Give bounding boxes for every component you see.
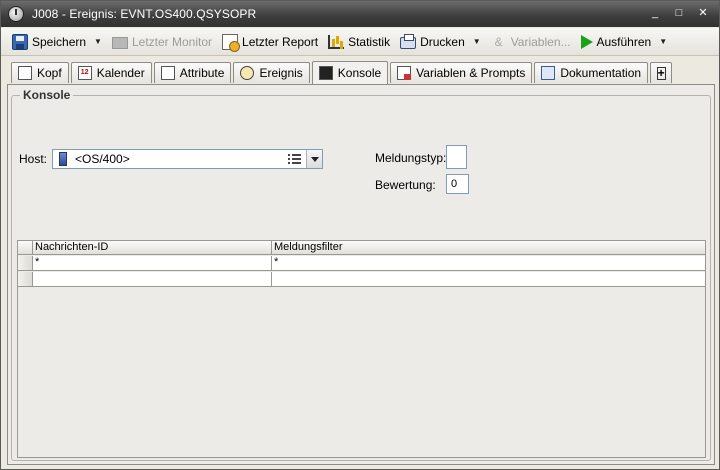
run-label: Ausführen xyxy=(596,34,652,49)
print-button[interactable]: Drucken ▼ xyxy=(397,31,484,53)
console-panel: Konsole Host: <OS/400> Meldungstyp: Bewe… xyxy=(7,84,715,465)
maximize-button[interactable]: □ xyxy=(671,6,687,21)
toolbar: Speichern ▼ Letzter Monitor Letzter Repo… xyxy=(1,28,719,56)
table-header: Nachrichten-ID Meldungsfilter xyxy=(18,241,705,255)
play-icon xyxy=(580,34,593,49)
run-button[interactable]: Ausführen ▼ xyxy=(578,31,671,53)
message-type-label: Meldungstyp: xyxy=(375,151,447,165)
tab-dokumentation[interactable]: Dokumentation xyxy=(534,62,649,83)
rating-field[interactable]: 0 xyxy=(446,174,469,194)
cell-message-filter[interactable]: * xyxy=(272,256,705,270)
run-dropdown-icon[interactable]: ▼ xyxy=(659,37,667,46)
tab-ereignis-label: Ereignis xyxy=(259,66,303,80)
save-button[interactable]: Speichern ▼ xyxy=(9,31,105,53)
tab-variablen-prompts[interactable]: Variablen & Prompts xyxy=(390,62,533,83)
tab-bar: Kopf 12 Kalender Attribute Ereignis Kons… xyxy=(11,61,674,84)
last-report-label: Letzter Report xyxy=(242,34,319,49)
window-controls: _ □ ✕ xyxy=(647,6,711,21)
title-bar[interactable]: J008 - Ereignis: EVNT.OS400.QSYSOPR _ □ … xyxy=(1,1,719,27)
table-row[interactable]: * * xyxy=(18,256,705,271)
tab-dokumentation-label: Dokumentation xyxy=(560,66,642,80)
cell-message-id[interactable] xyxy=(33,272,272,286)
host-value: <OS/400> xyxy=(75,152,130,166)
console-icon xyxy=(318,66,333,80)
window-title: J008 - Ereignis: EVNT.OS400.QSYSOPR xyxy=(32,7,257,21)
server-icon xyxy=(59,152,67,166)
cell-message-filter[interactable] xyxy=(272,272,705,286)
documentation-icon xyxy=(541,66,556,80)
variables-tab-icon xyxy=(397,66,412,80)
save-dropdown-icon[interactable]: ▼ xyxy=(94,37,102,46)
tab-kopf[interactable]: Kopf xyxy=(11,62,69,83)
list-icon[interactable] xyxy=(288,153,302,165)
host-label: Host: xyxy=(19,152,48,166)
message-table: Nachrichten-ID Meldungsfilter * * xyxy=(17,240,706,458)
statistic-button[interactable]: Statistik xyxy=(325,31,393,53)
calendar-icon: 12 xyxy=(77,66,92,80)
tab-kalender[interactable]: 12 Kalender xyxy=(70,62,152,83)
variables-icon: & xyxy=(494,34,503,49)
table-row[interactable] xyxy=(18,272,705,287)
tab-konsole[interactable]: Konsole xyxy=(311,61,389,84)
print-dropdown-icon[interactable]: ▼ xyxy=(473,37,481,46)
print-label: Drucken xyxy=(420,34,465,49)
variables-button[interactable]: & Variablen... xyxy=(488,31,574,53)
tab-kopf-label: Kopf xyxy=(37,66,62,80)
rating-label: Bewertung: xyxy=(375,178,436,192)
column-header-message-id[interactable]: Nachrichten-ID xyxy=(33,241,272,254)
save-icon xyxy=(12,33,28,50)
variables-label: Variablen... xyxy=(510,34,571,49)
tab-attribute[interactable]: Attribute xyxy=(153,62,232,83)
column-header-message-filter[interactable]: Meldungsfilter xyxy=(272,241,705,254)
printer-icon xyxy=(400,34,417,49)
close-button[interactable]: ✕ xyxy=(695,6,711,21)
last-monitor-label: Letzter Monitor xyxy=(131,34,213,49)
row-selector[interactable] xyxy=(18,256,33,270)
minimize-button[interactable]: _ xyxy=(647,6,663,21)
report-icon xyxy=(222,33,241,52)
add-tab-icon: + xyxy=(656,65,666,80)
statistic-label: Statistik xyxy=(348,34,391,49)
host-combobox[interactable]: <OS/400> xyxy=(52,149,323,169)
console-group: Konsole Host: <OS/400> Meldungstyp: Bewe… xyxy=(11,88,711,461)
tab-ereignis[interactable]: Ereignis xyxy=(233,62,310,83)
monitor-icon xyxy=(111,36,128,49)
save-label: Speichern xyxy=(32,34,87,49)
attribute-icon xyxy=(160,66,175,80)
add-tab-button[interactable]: + xyxy=(650,62,673,83)
event-window: J008 - Ereignis: EVNT.OS400.QSYSOPR _ □ … xyxy=(0,0,720,470)
group-title: Konsole xyxy=(20,88,74,102)
tab-attribute-label: Attribute xyxy=(179,66,225,80)
row-selector[interactable] xyxy=(18,272,33,286)
clock-icon xyxy=(240,66,255,80)
cell-message-id[interactable]: * xyxy=(33,256,272,270)
app-clock-icon xyxy=(8,6,24,22)
tab-konsole-label: Konsole xyxy=(337,66,382,80)
tab-variablen-label: Variablen & Prompts xyxy=(416,66,526,80)
header-icon xyxy=(18,66,32,80)
last-monitor-button[interactable]: Letzter Monitor xyxy=(109,31,215,53)
row-header-corner[interactable] xyxy=(18,241,33,254)
message-type-field[interactable] xyxy=(446,145,467,169)
last-report-button[interactable]: Letzter Report xyxy=(219,31,321,53)
host-dropdown-button[interactable] xyxy=(306,150,322,168)
statistic-icon xyxy=(328,34,345,49)
tab-kalender-label: Kalender xyxy=(96,66,145,80)
